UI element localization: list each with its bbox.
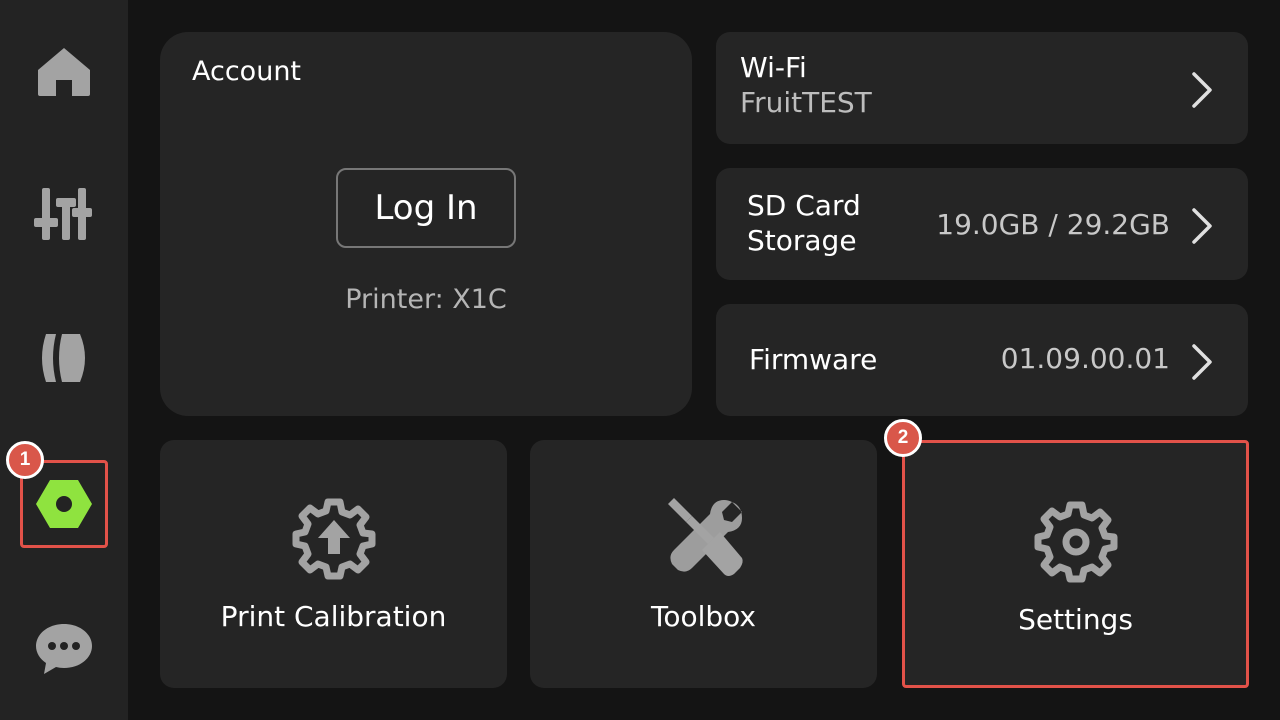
login-button[interactable]: Log In [336, 168, 516, 248]
sd-card-row[interactable]: SD Card Storage 19.0GB / 29.2GB [716, 168, 1248, 280]
settings-label: Settings [1018, 603, 1133, 636]
wrench-screwdriver-icon [667, 498, 743, 576]
gear-upload-icon [292, 498, 375, 580]
hex-nut-settings-icon [36, 480, 92, 528]
printer-model-label: Printer: X1C [345, 284, 507, 315]
chevron-right-icon [1192, 208, 1212, 244]
sd-card-title-line1: SD Card [747, 189, 861, 222]
wifi-title: Wi-Fi [740, 51, 807, 84]
chevron-right-icon [1192, 344, 1212, 380]
step-2-badge: 2 [884, 419, 922, 457]
print-calibration-tile[interactable]: Print Calibration [160, 440, 507, 688]
firmware-row[interactable]: Firmware 01.09.00.01 [716, 304, 1248, 416]
settings-tile[interactable]: Settings [902, 440, 1249, 688]
sidebar-nav: 1 [0, 0, 128, 720]
firmware-title: Firmware [749, 343, 878, 376]
firmware-version: 01.09.00.01 [1000, 342, 1170, 375]
sidebar-item-filament[interactable] [20, 314, 108, 402]
print-calibration-label: Print Calibration [220, 600, 447, 633]
filament-spool-icon [42, 334, 85, 382]
sidebar-item-controls[interactable] [20, 170, 108, 258]
toolbox-label: Toolbox [651, 600, 756, 633]
step-1-badge: 1 [6, 441, 44, 479]
chevron-right-icon [1192, 72, 1212, 108]
sidebar-item-messages[interactable] [20, 604, 108, 692]
controls-sliders-icon [34, 188, 92, 240]
sidebar-item-home[interactable] [20, 28, 108, 116]
wifi-network-name: FruitTEST [740, 86, 872, 119]
toolbox-tile[interactable]: Toolbox [530, 440, 877, 688]
sd-card-title-line2: Storage [747, 224, 857, 257]
sd-card-storage-value: 19.0GB / 29.2GB [936, 208, 1170, 241]
gear-icon [1034, 501, 1117, 583]
printer-settings-screen: 1 Account Log In Printer: X1C Wi-Fi Frui… [0, 0, 1280, 720]
wifi-row[interactable]: Wi-Fi FruitTEST [716, 32, 1248, 144]
chat-bubble-icon [36, 624, 92, 674]
home-icon [38, 48, 90, 96]
account-title: Account [192, 56, 302, 87]
account-card: Account Log In Printer: X1C [160, 32, 692, 416]
